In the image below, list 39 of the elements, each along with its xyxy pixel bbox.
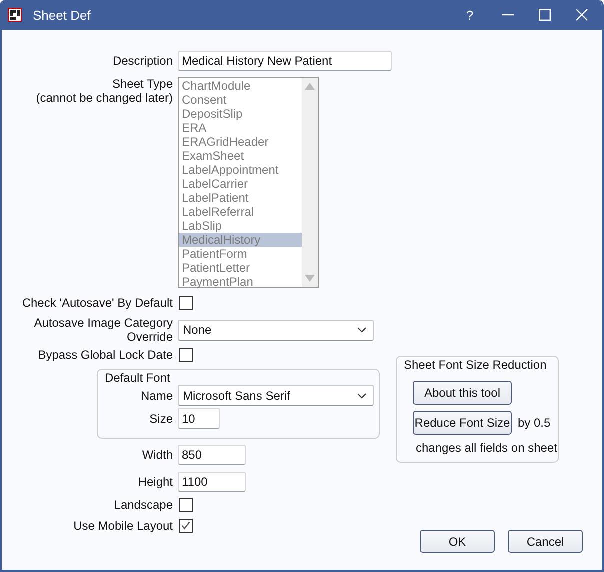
bypass-lock-label: Bypass Global Lock Date	[37, 348, 173, 362]
help-button[interactable]: ?	[455, 2, 485, 28]
sheet-type-note: (cannot be changed later)	[36, 91, 173, 105]
chevron-down-icon	[357, 392, 367, 398]
autosave-category-label: Autosave Image Category	[34, 316, 173, 330]
landscape-label: Landscape	[113, 498, 173, 512]
height-field[interactable]: 1100	[178, 472, 246, 492]
group-title: Sheet Font Size Reduction	[404, 358, 547, 372]
checkbox[interactable]	[179, 519, 193, 533]
font-name-label: Name	[140, 388, 173, 402]
group-title: Default Font	[105, 371, 172, 385]
height-label: Height	[137, 475, 173, 489]
checkbox[interactable]	[179, 498, 193, 512]
about-button[interactable]: About this tool	[413, 381, 512, 405]
autosave-category-dropdown[interactable]: None	[178, 320, 374, 340]
maximize-icon	[538, 9, 550, 21]
window-title: Sheet Def	[33, 8, 91, 22]
chevron-down-icon	[357, 327, 367, 333]
font-size-label: Size	[148, 412, 173, 426]
close-icon	[576, 9, 588, 21]
description-field[interactable]: Medical History New Patient	[178, 51, 392, 71]
check-autosave-label: Check 'Autosave' By Default	[21, 296, 173, 310]
reduction-note: changes all fields on sheet	[416, 441, 558, 455]
checkbox[interactable]	[179, 296, 193, 310]
sheet-type-label: Sheet Type	[112, 77, 173, 91]
autosave-category-label: Override	[126, 330, 173, 344]
description-label: Description	[112, 54, 173, 68]
width-label: Width	[141, 448, 173, 462]
width-field[interactable]: 850	[178, 445, 246, 465]
reduction-amount: by 0.5	[518, 416, 551, 430]
dialog-button[interactable]: OK	[420, 530, 495, 553]
grid-icon	[8, 8, 22, 22]
font-size-field[interactable]: 10	[178, 408, 220, 429]
dialog-button[interactable]: Cancel	[508, 530, 583, 553]
mobile-layout-label: Use Mobile Layout	[72, 519, 173, 533]
checkmark-icon	[181, 521, 191, 531]
reduce-font-button[interactable]: Reduce Font Size	[413, 411, 512, 435]
font-name-dropdown[interactable]: Microsoft Sans Serif	[178, 385, 374, 406]
checkbox[interactable]	[179, 348, 193, 362]
